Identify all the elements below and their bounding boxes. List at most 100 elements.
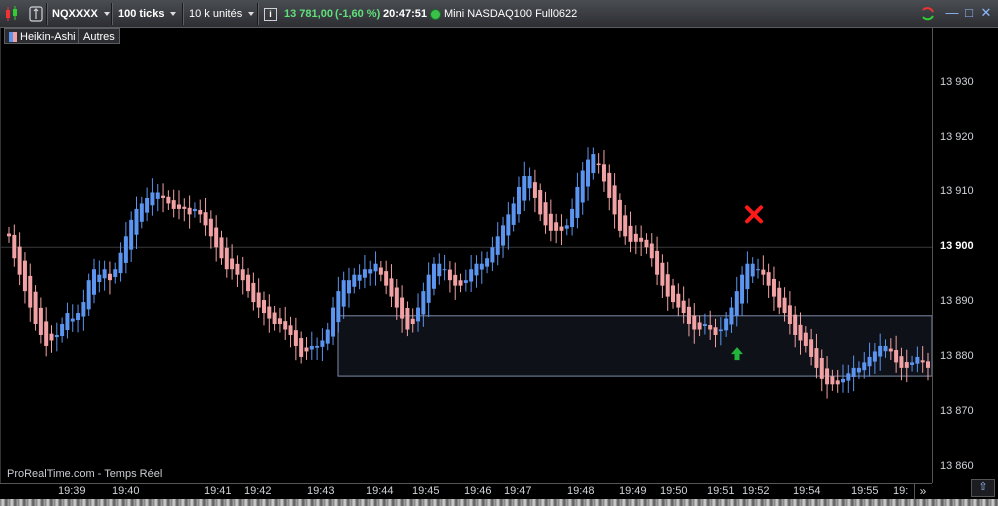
candle-body	[676, 293, 681, 308]
ticks-selector[interactable]: 100 ticks	[118, 4, 177, 24]
candle-body	[474, 263, 479, 276]
time-tick-label: 19:52	[742, 485, 770, 497]
time-tick-label: 19:47	[504, 485, 532, 497]
time-tick-label: 19:51	[707, 485, 735, 497]
instrument-name: Mini NASDAQ100 Full0622	[444, 8, 578, 20]
candle-body	[883, 345, 888, 352]
candle-body	[532, 182, 537, 198]
candle-body	[485, 258, 490, 267]
candle-body	[814, 348, 819, 368]
candle-body	[416, 307, 421, 322]
candle-body	[782, 297, 787, 314]
candle-body	[129, 219, 134, 250]
chevron-down-icon	[170, 12, 177, 17]
candle-body	[586, 159, 591, 187]
candle-body	[315, 345, 320, 348]
candle-body	[516, 186, 521, 215]
candle-body	[230, 258, 235, 270]
candle-body	[851, 367, 856, 377]
candle-body	[331, 307, 336, 337]
link-icon[interactable]	[29, 4, 43, 24]
candle-body	[745, 263, 750, 290]
candle-body	[771, 278, 776, 297]
units-selector[interactable]: 10 k unités	[189, 4, 255, 24]
candle-body	[633, 233, 638, 242]
color-swatch-icon	[9, 32, 17, 43]
candle-body	[246, 274, 251, 292]
candle-body	[644, 239, 649, 248]
candlestick-chart[interactable]	[1, 28, 932, 483]
candle-body	[325, 329, 330, 344]
candle-body	[283, 321, 288, 330]
candle-body	[734, 291, 739, 317]
candle-body	[49, 333, 54, 341]
candle-body	[421, 291, 426, 315]
candle-body	[740, 274, 745, 304]
chart-area[interactable]: ProRealTime.com - Temps Réel	[0, 28, 932, 483]
legend-others[interactable]: Autres	[78, 28, 120, 44]
candle-body	[915, 356, 920, 364]
candle-body	[856, 367, 861, 373]
refresh-icon[interactable]	[920, 4, 936, 24]
symbol-selector[interactable]: NQXXXX	[52, 4, 110, 24]
candle-body	[692, 315, 697, 330]
candle-body	[304, 347, 309, 352]
candle-body	[511, 203, 516, 225]
candle-body	[894, 350, 899, 363]
candle-body	[554, 222, 559, 231]
candle-body	[336, 291, 341, 323]
candle-body	[299, 338, 304, 357]
time-axis[interactable]: 19:39 19:40 19:41 19:42 19:43 19:44 19:45 19:46…	[0, 483, 932, 499]
candle-body	[224, 247, 229, 270]
time-tick-label: 19:	[893, 485, 909, 497]
candle-body	[76, 313, 81, 321]
time-tick-label: 19:54	[793, 485, 821, 497]
candle-body	[214, 227, 219, 248]
time-tick-label: 19:39	[58, 485, 86, 497]
minimize-icon[interactable]: —	[945, 6, 959, 20]
candle-body	[378, 267, 383, 275]
chevron-down-icon	[103, 12, 110, 17]
candle-body	[559, 226, 564, 231]
close-icon[interactable]: ✕	[979, 6, 993, 20]
candle-body	[267, 306, 272, 319]
candlestick-icon[interactable]	[4, 4, 22, 24]
candle-body	[346, 280, 351, 294]
candle-body	[872, 351, 877, 362]
info-icon[interactable]: i	[264, 4, 277, 24]
candle-body	[38, 307, 43, 335]
candle-body	[166, 196, 171, 204]
maximize-icon[interactable]: □	[962, 6, 976, 20]
candle-body	[251, 282, 256, 303]
candle-body	[431, 263, 436, 289]
candle-body	[777, 287, 782, 308]
candle-body	[118, 252, 123, 274]
candle-body	[28, 275, 33, 308]
ticks-label: 100 ticks	[118, 8, 165, 20]
scroll-up-icon[interactable]: ⇧	[971, 479, 995, 497]
price-change: (-1,60 %)	[335, 8, 381, 20]
candle-body	[86, 280, 91, 310]
desktop-background-strip	[0, 499, 998, 506]
scroll-right-icon[interactable]: »	[914, 484, 931, 499]
time-tick-label: 19:55	[851, 485, 879, 497]
candle-body	[81, 302, 86, 317]
candle-body	[463, 280, 468, 283]
candle-body	[22, 260, 27, 292]
time-tick-label: 19:49	[619, 485, 647, 497]
candle-body	[240, 269, 245, 281]
candle-body	[623, 215, 628, 237]
legend-heikin-ashi[interactable]: Heikin-Ashi	[4, 28, 81, 44]
candle-body	[134, 208, 139, 235]
candle-body	[394, 287, 399, 308]
price-tick-label: 13 860	[940, 459, 974, 472]
candle-body	[867, 356, 872, 367]
candle-body	[798, 324, 803, 341]
candle-body	[575, 186, 580, 218]
candle-body	[155, 192, 160, 199]
price-axis[interactable]: 13 930 13 920 13 910 13 900 13 890 13 880 13 8…	[932, 28, 998, 497]
candle-body	[293, 330, 298, 346]
candle-body	[7, 233, 11, 237]
candle-body	[580, 170, 585, 203]
candle-body	[506, 214, 511, 236]
